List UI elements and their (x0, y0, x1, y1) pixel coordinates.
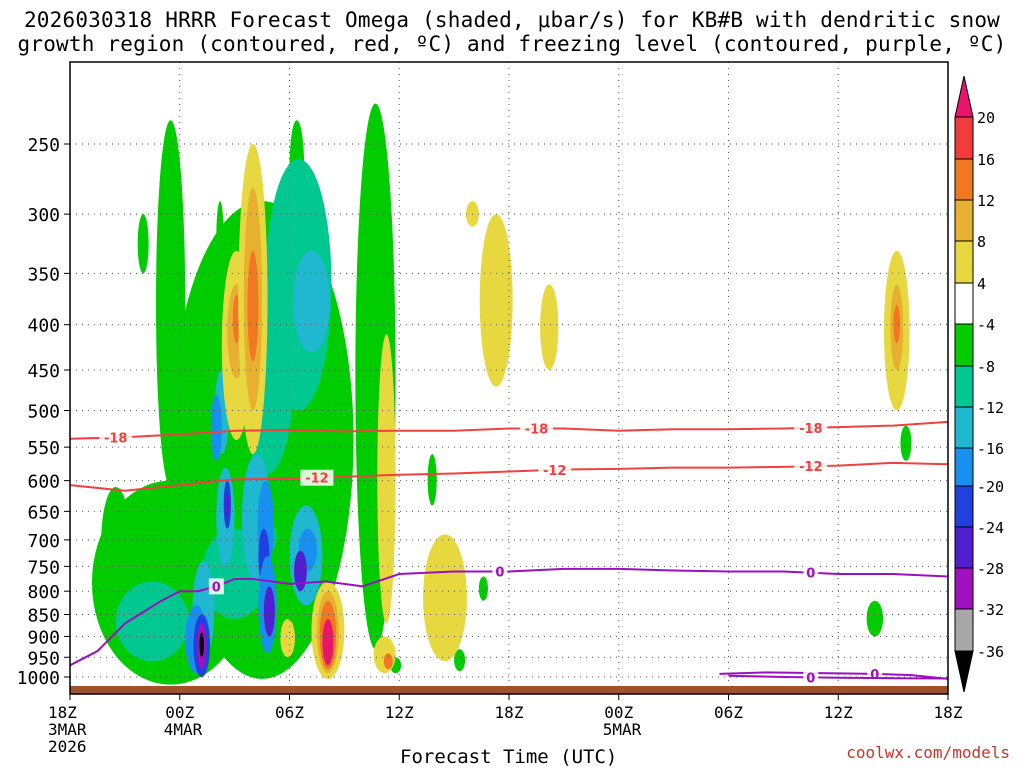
omega-blob-10 (866, 600, 884, 637)
omega-blob-7 (427, 454, 437, 506)
omega-blob-43 (263, 586, 275, 637)
contour-label-3-0: 0 (870, 668, 879, 683)
colorbar-label-13: -36 (977, 643, 1004, 661)
colorbar-label-4: 4 (977, 275, 986, 293)
omega-blob-33 (294, 550, 307, 592)
omega-blob-59 (893, 304, 901, 344)
omega-blob-41 (199, 632, 204, 658)
xtick-label-7-0: 12Z (824, 703, 853, 722)
time-height-chart: -18 -18 -18 -12 -12 -12 0 0 0 0 0 250 300 350 400 450 5… (17, 61, 1004, 756)
xtick-label-5-1: 5MAR (603, 720, 642, 739)
ytick-label-350: 350 (27, 264, 60, 285)
xtick-label-8-0: 18Z (934, 703, 963, 722)
ytick-label-550: 550 (27, 438, 60, 459)
xtick-label-0-2: 2026 (48, 737, 87, 756)
xtick-label-1-1: 4MAR (164, 720, 203, 739)
colorbar-swatch-3 (954, 240, 974, 284)
colorbar-label-0: 20 (977, 109, 995, 127)
colorbar-swatch-1 (954, 158, 974, 201)
ytick-label-400: 400 (27, 316, 60, 337)
colorbar-top-arrow (954, 75, 974, 118)
ytick-label-900: 900 (27, 627, 60, 648)
ytick-label-250: 250 (27, 135, 60, 156)
omega-blob-50 (247, 250, 259, 362)
ytick-label-600: 600 (27, 472, 60, 493)
ytick-label-450: 450 (27, 361, 60, 382)
colorbar-label-2: 12 (977, 192, 995, 210)
omega-blob-5 (101, 486, 131, 601)
colorbar-label-7: -12 (977, 399, 1004, 417)
omega-blob-56 (383, 653, 393, 670)
omega-blob-3 (155, 120, 186, 487)
ytick-label-750: 750 (27, 557, 60, 578)
contour-label-4-0: 0 (806, 671, 815, 686)
colorbar-swatch-7 (954, 406, 974, 449)
colorbar-swatch-11 (954, 567, 974, 610)
omega-blob-4 (137, 214, 149, 274)
colorbar-label-10: -24 (977, 519, 1004, 537)
xtick-label-2-0: 06Z (275, 703, 304, 722)
colorbar-label-5: -4 (977, 316, 995, 334)
colorbar-label-6: -8 (977, 358, 995, 376)
colorbar-label-3: 8 (977, 233, 986, 251)
contour-label-0-1: -18 (525, 423, 549, 438)
omega-blob-16 (479, 214, 513, 387)
ytick-label-850: 850 (27, 606, 60, 627)
colorbar-swatch-6 (954, 365, 974, 408)
omega-blob-8 (478, 576, 488, 601)
colorbar-label-11: -28 (977, 560, 1004, 578)
omega-blob-54 (322, 619, 334, 666)
colorbar-swatch-8 (954, 447, 974, 487)
colorbar-label-9: -20 (977, 478, 1004, 496)
colorbar-label-12: -32 (977, 601, 1004, 619)
colorbar-bottom-arrow (954, 650, 974, 693)
contour-label-1-2: -12 (799, 460, 823, 475)
ytick-label-700: 700 (27, 531, 60, 552)
x-axis-label: Forecast Time (UTC) (400, 746, 618, 768)
colorbar-swatch-12 (954, 608, 974, 652)
contour-label-2-0: 0 (212, 580, 221, 595)
colorbar: 20 16 12 8 4 -4 -8 -12 -16 -20 -24 -28 -32 -36 (954, 75, 1004, 693)
site-credit: coolwx.com/models (846, 743, 1010, 762)
ytick-label-800: 800 (27, 582, 60, 603)
omega-blob-24 (293, 250, 330, 353)
colorbar-swatch-2 (954, 199, 974, 242)
contour-label-0-2: -18 (799, 422, 823, 437)
colorbar-swatch-5 (954, 323, 974, 367)
omega-blob-35 (225, 493, 230, 518)
colorbar-swatch-9 (954, 485, 974, 528)
colorbar-label-8: -16 (977, 440, 1004, 458)
xtick-label-6-0: 06Z (714, 703, 743, 722)
ytick-label-1000: 1000 (17, 668, 60, 689)
ytick-label-500: 500 (27, 402, 60, 423)
omega-shading (91, 103, 912, 685)
ground-strip (70, 686, 948, 694)
xtick-label-3-0: 12Z (385, 703, 414, 722)
colorbar-swatch-4 (954, 282, 974, 325)
omega-blob-17 (540, 284, 559, 370)
ytick-label-950: 950 (27, 648, 60, 669)
contour-label-2-1: 0 (495, 565, 504, 580)
colorbar-swatch-0 (954, 116, 974, 160)
omega-blob-9 (900, 425, 912, 461)
contour-label-1-1: -12 (543, 464, 567, 479)
omega-blob-15 (423, 534, 467, 662)
ytick-label-650: 650 (27, 502, 60, 523)
y-axis: 2503003504004505005506006507007508008509… (17, 135, 70, 689)
colorbar-label-1: 16 (977, 151, 995, 169)
xtick-label-4-0: 18Z (495, 703, 524, 722)
omega-blob-13 (280, 619, 295, 658)
ytick-label-300: 300 (27, 205, 60, 226)
omega-blob-37 (210, 394, 222, 461)
contour-label-2-2: 0 (806, 567, 815, 582)
contour-label-0-0: -18 (104, 431, 128, 446)
omega-blob-44 (216, 201, 224, 274)
colorbar-swatch-10 (954, 526, 974, 569)
omega-blob-55 (373, 636, 396, 674)
contour-label-1-0: -12 (305, 472, 329, 487)
